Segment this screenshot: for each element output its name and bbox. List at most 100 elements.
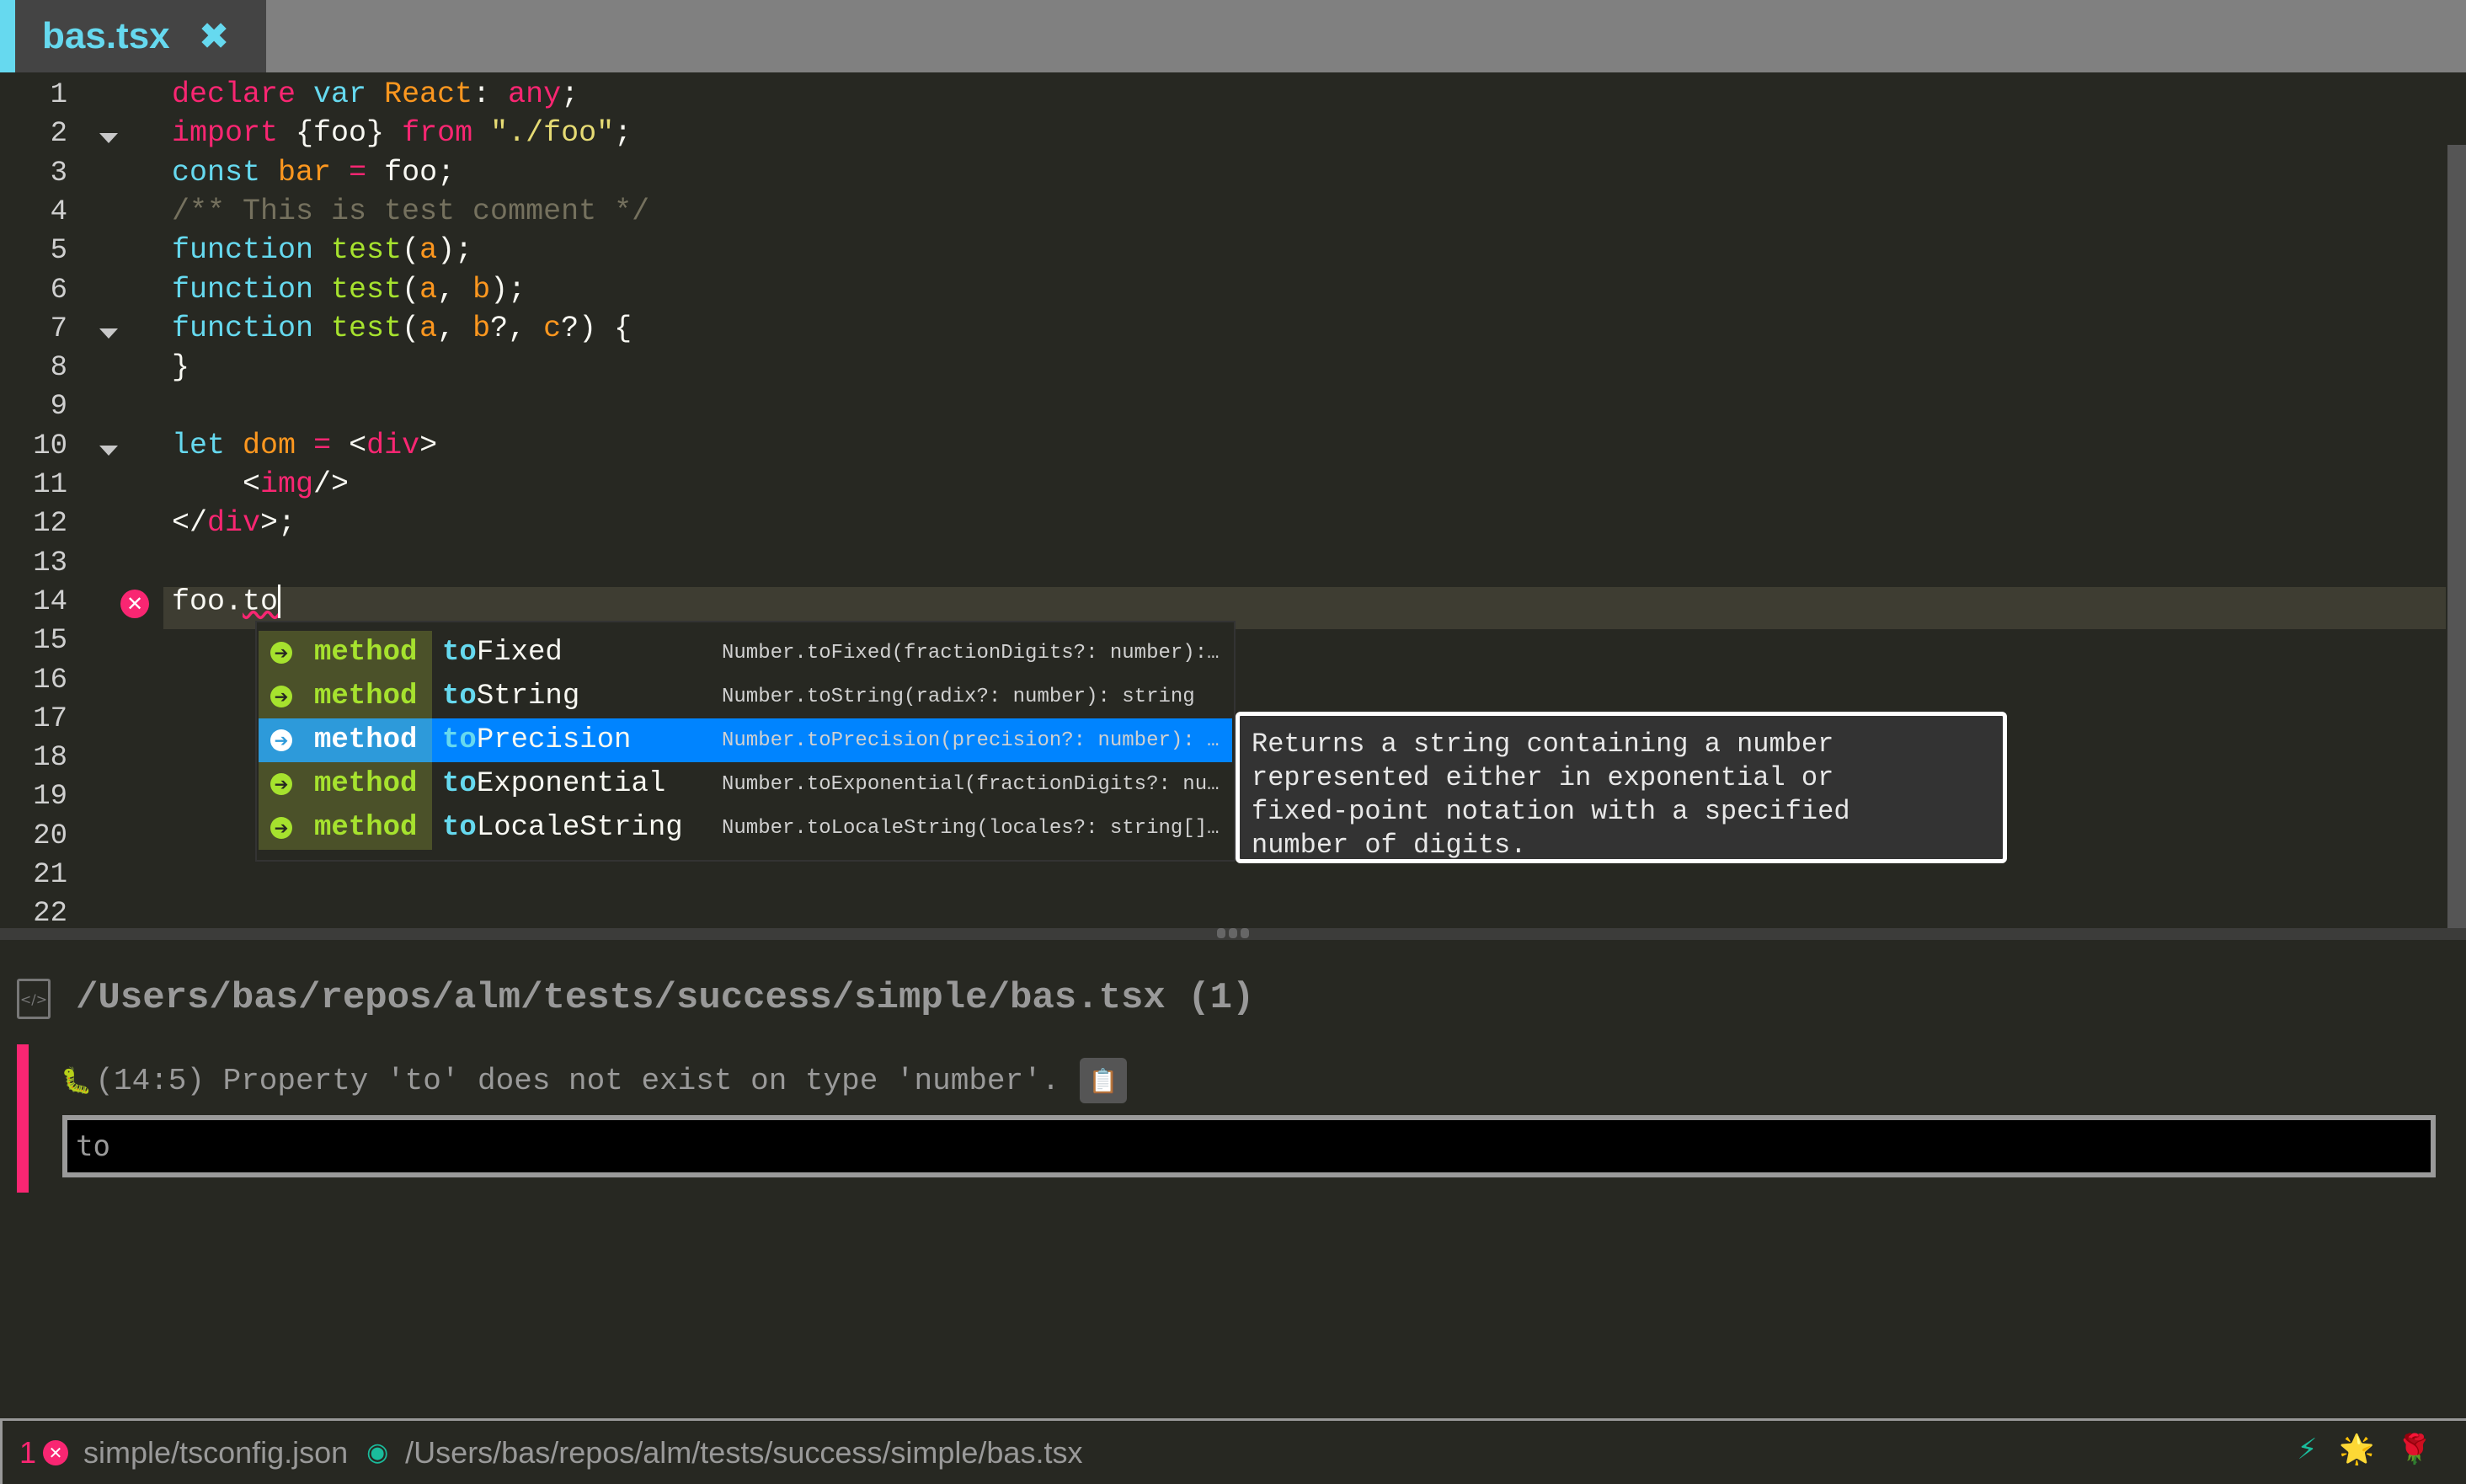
code-token: function [172, 272, 314, 307]
arrow-circle-icon: ➔ [270, 642, 292, 664]
code-token: to [243, 585, 279, 619]
code-line: import {foo} from "./foo"; [172, 116, 632, 150]
completion-name: toPrecision [442, 724, 710, 756]
code-token: > [419, 428, 438, 462]
code-token: ; [561, 77, 579, 111]
error-item[interactable]: 🐛 (14:5) Property 'to' does not exist on… [61, 1058, 1128, 1103]
errors-panel: </> /Users/bas/repos/alm/tests/success/s… [0, 940, 2466, 1420]
autocomplete-item[interactable]: ➔ method toLocaleString Number.toLocaleStri… [259, 806, 1232, 850]
line-number: 2 [50, 118, 67, 151]
active-file-path[interactable]: /Users/bas/repos/alm/tests/success/simpl… [405, 1435, 1082, 1471]
code-token: React [384, 77, 473, 111]
arrow-circle-icon: ➔ [270, 686, 292, 707]
code-line: } [172, 350, 189, 384]
code-line: function test(a, b?, c?) { [172, 312, 632, 345]
copy-clipboard-button[interactable]: 📋 [1080, 1058, 1128, 1103]
error-count[interactable]: 1 [19, 1435, 36, 1471]
completion-match: to [442, 812, 477, 844]
code-token: div [366, 428, 420, 462]
error-indicator-bar [17, 1044, 29, 1193]
error-file-path[interactable]: /Users/bas/repos/alm/tests/success/simpl… [76, 977, 1254, 1019]
completion-rest: LocaleString [476, 812, 683, 844]
code-line: </div>; [172, 506, 296, 540]
splitter-handle-icon[interactable] [1217, 928, 1249, 938]
completion-kind-label: method [314, 637, 418, 669]
completion-kind-label: method [314, 681, 418, 713]
code-token: ; [614, 116, 633, 151]
completion-kind-label: method [314, 724, 418, 756]
completion-kind: ➔ method [259, 806, 432, 850]
tab-bas-tsx[interactable]: bas.tsx ✖ [0, 0, 266, 72]
code-token: < [172, 467, 261, 501]
code-token: foo. [172, 585, 243, 619]
lightning-icon[interactable]: ⚡ [2297, 1433, 2317, 1466]
completion-signature: Number.toFixed(fractionDigits?: number):… [722, 641, 1219, 665]
completion-rest: Exponential [476, 768, 666, 800]
code-token: from [402, 116, 473, 151]
code-token: a [419, 311, 438, 345]
code-token: ); [437, 233, 473, 268]
editor-scrollbar[interactable] [2447, 145, 2466, 1002]
code-token: var [313, 77, 367, 111]
completion-rest: Fixed [476, 637, 563, 669]
autocomplete-item[interactable]: ➔ method toString Number.toString(radix?: n… [259, 675, 1232, 718]
line-number: 11 [33, 469, 67, 501]
star-icon[interactable]: 🌟 [2339, 1433, 2374, 1466]
code-line: declare var React: any; [172, 77, 579, 111]
completion-kind-label: method [314, 768, 418, 800]
fold-toggle-icon[interactable] [99, 133, 118, 144]
completion-kind: ➔ method [259, 631, 432, 675]
autocomplete-popup: ➔ method toFixed Number.toFixed(fractionDig… [255, 621, 1236, 862]
line-number: 3 [50, 157, 67, 190]
code-line: function test(a); [172, 233, 472, 267]
line-number: 18 [33, 742, 67, 775]
completion-name: toExponential [442, 768, 710, 800]
line-number: 9 [50, 391, 67, 424]
completion-match: to [442, 681, 477, 713]
autocomplete-item[interactable]: ➔ method toExponential Number.toExponential… [259, 762, 1232, 806]
tab-title: bas.tsx [42, 15, 170, 56]
arrow-circle-icon: ➔ [270, 729, 292, 751]
error-message[interactable]: (14:5) Property 'to' does not exist on t… [95, 1064, 1060, 1098]
code-token: ?) { [561, 311, 633, 345]
code-token: , [437, 311, 473, 345]
code-token: any [508, 77, 562, 111]
code-token: /> [313, 467, 350, 501]
line-number: 1 [50, 79, 67, 111]
code-token: import [172, 116, 279, 151]
completion-kind-label: method [314, 812, 418, 844]
code-line: /** This is test comment */ [172, 195, 649, 228]
completion-kind: ➔ method [259, 675, 432, 718]
code-token: , [437, 272, 473, 307]
autocomplete-item[interactable]: ➔ method toFixed Number.toFixed(fractionDig… [259, 631, 1232, 675]
code-line: foo.to [172, 584, 281, 619]
code-token: = [349, 155, 367, 190]
code-token: b [472, 311, 491, 345]
rose-icon[interactable]: 🌹 [2397, 1433, 2432, 1466]
code-token: function [172, 233, 314, 268]
arrow-circle-icon: ➔ [270, 817, 292, 839]
autocomplete-item[interactable]: ➔ method toPrecision Number.toPrecision(pre… [259, 718, 1232, 762]
error-glyph-icon[interactable]: ✕ [120, 589, 149, 618]
fold-toggle-icon[interactable] [99, 445, 118, 456]
close-icon[interactable]: ✖ [199, 15, 230, 58]
code-token: b [472, 272, 491, 307]
error-icon[interactable]: ✕ [43, 1439, 69, 1465]
line-number: 12 [33, 508, 67, 541]
code-token: a [419, 233, 438, 268]
code-token: {foo} [278, 116, 403, 151]
line-number: 6 [50, 274, 67, 307]
code-token: c [543, 311, 562, 345]
active-project[interactable]: simple/tsconfig.json [83, 1435, 348, 1471]
code-token: let [172, 428, 226, 462]
completion-rest: Precision [476, 724, 632, 756]
completion-name: toFixed [442, 637, 710, 669]
completion-kind: ➔ method [259, 762, 432, 806]
fold-toggle-icon[interactable] [99, 328, 118, 339]
code-token: a [419, 272, 438, 307]
code-token: div [207, 506, 261, 541]
